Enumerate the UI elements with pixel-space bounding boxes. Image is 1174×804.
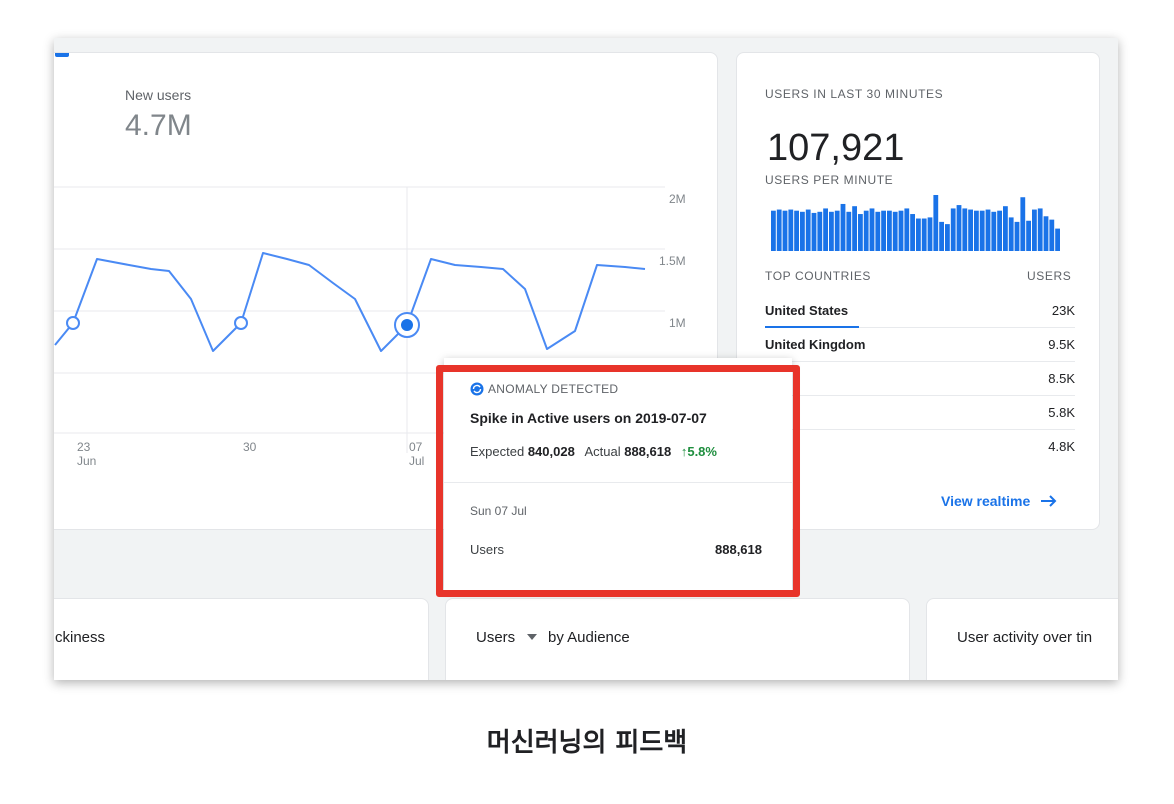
per-minute-bar[interactable] (834, 210, 840, 251)
per-minute-bar[interactable] (950, 208, 956, 251)
country-users: 5.8K (1048, 405, 1075, 420)
per-minute-bar[interactable] (997, 210, 1002, 251)
per-minute-bar[interactable] (805, 209, 811, 251)
stickiness-title: ckiness (55, 629, 106, 646)
top-countries-header: TOP COUNTRIES (765, 269, 872, 283)
view-realtime-link[interactable]: View realtime (941, 493, 1058, 509)
country-users: 23K (1051, 303, 1075, 318)
per-minute-bar[interactable] (771, 210, 776, 251)
x-tick-07: 07 (409, 440, 423, 454)
per-minute-bar[interactable] (881, 210, 886, 251)
country-row-5[interactable]: 4.8K (765, 429, 1075, 463)
country-users: 4.8K (1048, 439, 1075, 454)
per-minute-bar[interactable] (858, 214, 863, 251)
per-minute-bar[interactable] (945, 224, 950, 251)
per-minute-bar[interactable] (962, 208, 968, 251)
users-dropdown[interactable]: Users (476, 629, 545, 646)
per-minute-bar[interactable] (1026, 220, 1031, 251)
per-minute-bar[interactable] (979, 210, 985, 251)
country-row-united-kingdom[interactable]: United Kingdom 9.5K (765, 327, 1075, 362)
x-tick-30: 30 (243, 440, 257, 454)
per-minute-bar[interactable] (1003, 206, 1008, 251)
per-minute-bar[interactable] (846, 211, 852, 251)
realtime-label: USERS IN LAST 30 MINUTES (765, 87, 944, 101)
per-minute-bar[interactable] (939, 221, 944, 251)
per-minute-bar[interactable] (921, 218, 927, 251)
per-minute-bar[interactable] (800, 211, 805, 251)
per-minute-bar[interactable] (887, 210, 892, 251)
per-minute-bar[interactable] (840, 203, 846, 251)
country-row-3[interactable]: 8.5K (765, 361, 1075, 396)
anomaly-marker[interactable] (234, 316, 248, 330)
users-per-minute-bars[interactable] (771, 195, 1071, 251)
per-minute-bar[interactable] (1037, 208, 1043, 251)
y-tick-1-5m: 1.5M (659, 254, 686, 268)
per-minute-bar[interactable] (782, 210, 788, 251)
active-users-line (54, 252, 646, 352)
view-realtime-label: View realtime (941, 493, 1031, 509)
per-minute-bar[interactable] (829, 211, 834, 251)
y-tick-2m: 2M (669, 192, 686, 206)
user-activity-title: User activity over tin (957, 629, 1093, 646)
per-minute-bar[interactable] (991, 211, 997, 251)
anomaly-marker[interactable] (66, 316, 80, 330)
users-by-audience-card: Users by Audience (445, 598, 910, 680)
caption: 머신러닝의 피드백 (486, 728, 688, 758)
per-minute-bar[interactable] (956, 205, 962, 251)
country-name: United Kingdom (765, 337, 866, 352)
stickiness-card[interactable]: ckiness (54, 598, 429, 680)
per-minute-bar[interactable] (823, 208, 828, 251)
per-minute-label: USERS PER MINUTE (765, 173, 894, 187)
caret-down-icon (527, 634, 538, 640)
per-minute-bar[interactable] (985, 209, 991, 251)
x-tick-jul: Jul (409, 454, 424, 468)
per-minute-bar[interactable] (1014, 221, 1020, 251)
country-row-4[interactable]: 5.8K (765, 395, 1075, 430)
per-minute-bar[interactable] (1020, 197, 1026, 251)
analytics-dashboard: M New users 4.7M 2M 1.5M 1M 23 Jun 30 07… (54, 38, 1118, 680)
per-minute-bar[interactable] (875, 211, 881, 251)
users-dropdown-label: Users (476, 629, 516, 646)
per-minute-bar[interactable] (852, 206, 857, 251)
per-minute-bar[interactable] (811, 212, 817, 251)
x-tick-jun: Jun (77, 454, 96, 468)
per-minute-bar[interactable] (898, 210, 904, 251)
highlight-box (436, 365, 800, 597)
per-minute-bar[interactable] (776, 209, 782, 251)
per-minute-bar[interactable] (1049, 219, 1055, 251)
by-audience-label: by Audience (548, 629, 630, 646)
selected-anomaly-marker[interactable] (401, 319, 413, 331)
per-minute-bar[interactable] (794, 210, 799, 251)
per-minute-bar[interactable] (910, 214, 915, 251)
per-minute-bar[interactable] (968, 209, 973, 251)
user-activity-card[interactable]: User activity over tin (926, 598, 1118, 680)
per-minute-bar[interactable] (1055, 228, 1060, 251)
y-tick-1m: 1M (669, 316, 686, 330)
arrow-right-icon (1041, 495, 1057, 507)
per-minute-bar[interactable] (933, 195, 939, 251)
country-users: 9.5K (1048, 337, 1075, 352)
per-minute-bar[interactable] (916, 218, 921, 251)
per-minute-bar[interactable] (863, 210, 869, 251)
per-minute-bar[interactable] (904, 208, 910, 251)
country-users: 8.5K (1048, 371, 1075, 386)
per-minute-bar[interactable] (788, 209, 794, 251)
country-row-united-states[interactable]: United States 23K (765, 293, 1075, 328)
x-tick-23: 23 (77, 440, 91, 454)
per-minute-bar[interactable] (974, 210, 979, 251)
country-name: United States (765, 303, 849, 318)
per-minute-bar[interactable] (817, 211, 823, 251)
per-minute-bar[interactable] (869, 208, 875, 251)
per-minute-bar[interactable] (1008, 217, 1014, 251)
per-minute-bar[interactable] (927, 217, 933, 251)
per-minute-bar[interactable] (1032, 209, 1037, 251)
per-minute-bar[interactable] (1043, 216, 1049, 251)
per-minute-bar[interactable] (892, 211, 898, 251)
users-header: USERS (1027, 269, 1072, 283)
realtime-users-value: 107,921 (767, 127, 905, 169)
